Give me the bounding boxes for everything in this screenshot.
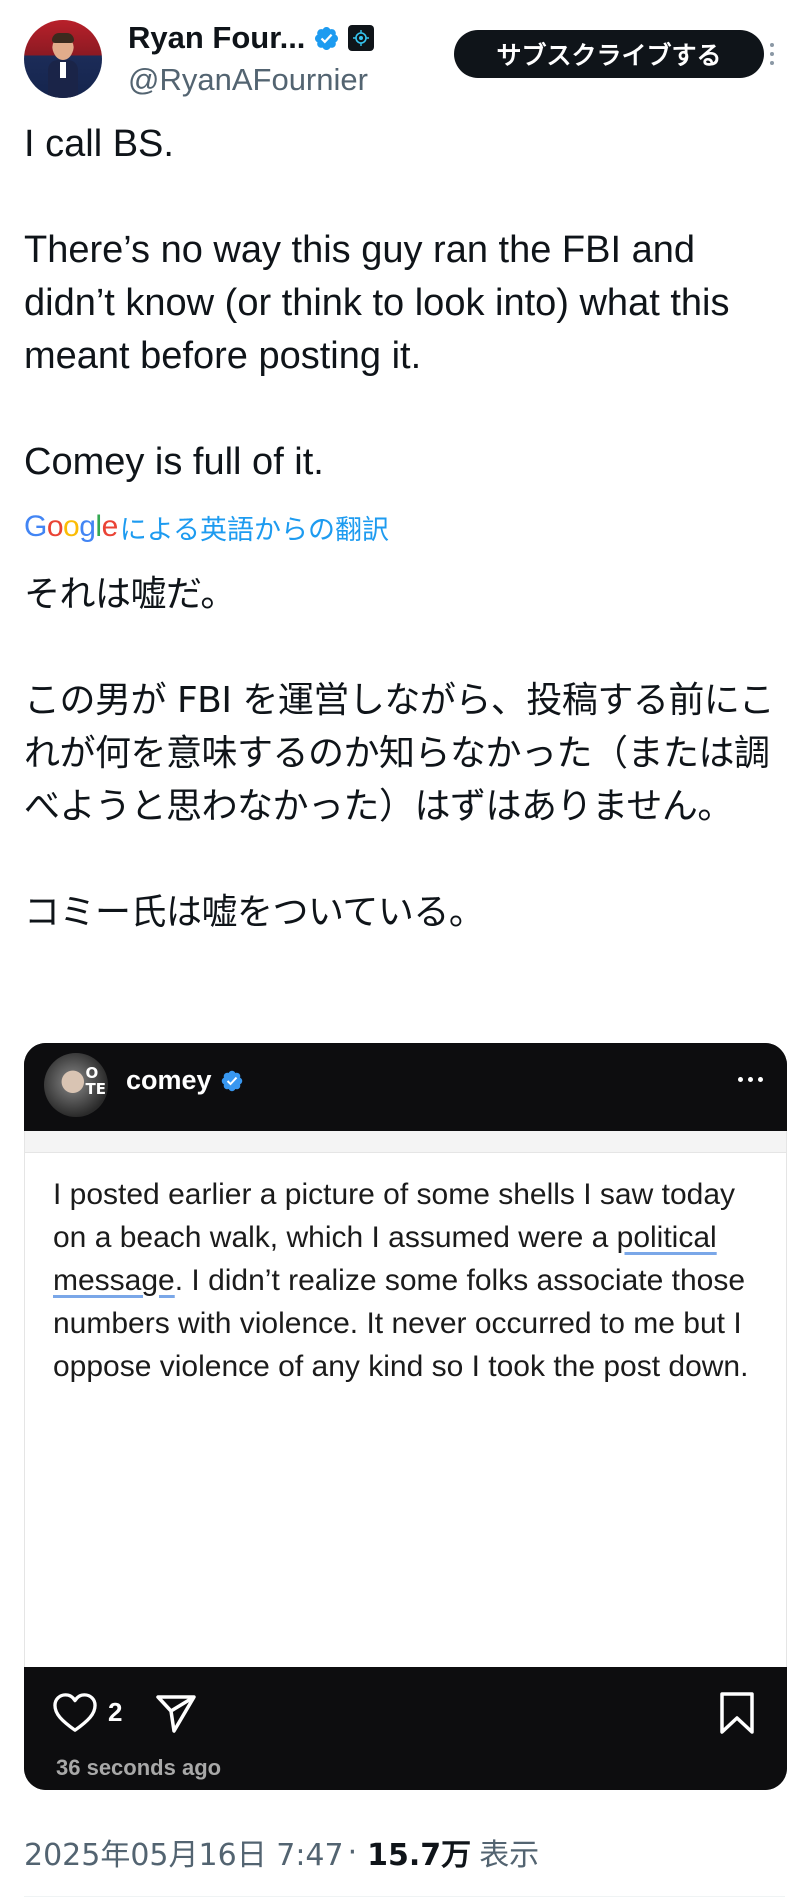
translated-line: コミー氏は嘘をついている。 (24, 892, 485, 933)
post-line: I call BS. (24, 123, 174, 165)
more-options-icon[interactable] (759, 32, 785, 76)
post-datetime[interactable]: 2025年05月16日 7:47 (24, 1830, 344, 1874)
view-label: 表示 (479, 1838, 540, 1873)
divider (24, 1896, 785, 1897)
embedded-avatar: O TE (44, 1053, 108, 1117)
embedded-like-count: 2 (108, 1697, 123, 1727)
embedded-avatar-text: O TE (85, 1064, 106, 1098)
translation-attribution[interactable]: Google による英語からの翻訳 (24, 510, 389, 546)
author-avatar[interactable] (24, 20, 102, 98)
embedded-message: I posted earlier a picture of some shell… (53, 1178, 749, 1383)
verified-badge-icon (315, 26, 339, 50)
post-line: Comey is full of it. (24, 441, 324, 483)
embedded-header: O TE comey (24, 1043, 787, 1131)
meta-separator: · (347, 1834, 358, 1870)
author-handle[interactable]: @RyanAFournier (128, 62, 368, 98)
affiliation-badge-icon (348, 25, 375, 51)
embedded-message-card: I posted earlier a picture of some shell… (24, 1131, 787, 1667)
embedded-more-icon (738, 1077, 763, 1082)
post-meta: 2025年05月16日 7:47 · 15.7万 表示 (24, 1830, 540, 1874)
translated-line: この男が FBI を運営しながら、投稿する前にこれが何を意味するのか知らなかった… (24, 680, 775, 827)
translated-text: それは嘘だ。 この男が FBI を運営しながら、投稿する前にこれが何を意味するの… (24, 568, 794, 939)
author-display-name[interactable]: Ryan Four... (128, 20, 305, 56)
heart-icon (53, 1693, 97, 1732)
translated-line: それは嘘だ。 (24, 574, 236, 615)
author-name-row: Ryan Four... (128, 18, 375, 58)
bookmark-icon (720, 1692, 754, 1734)
post-line: There’s no way this guy ran the FBI and … (24, 229, 730, 377)
embedded-username-row: comey (126, 1065, 244, 1096)
subscribe-button[interactable]: サブスクライブする (454, 30, 764, 78)
view-count: 15.7万 (367, 1838, 472, 1873)
google-logo: Google (24, 510, 118, 543)
embedded-username: comey (126, 1065, 212, 1095)
avatar-hair (52, 33, 74, 43)
translation-label: による英語からの翻訳 (119, 514, 389, 546)
post-header: Ryan Four... @RyanAFournier サブスクライブする (24, 18, 785, 100)
post-media-image[interactable]: O TE comey I posted earlier a picture of … (24, 1043, 787, 1790)
embedded-verified-icon (221, 1070, 242, 1091)
post-text: I call BS. There’s no way this guy ran t… (24, 118, 785, 489)
avatar-shirt (60, 62, 66, 78)
embedded-timestamp: 36 seconds ago (56, 1755, 222, 1780)
send-icon (156, 1695, 196, 1733)
embedded-footer: 2 36 seconds ago (24, 1667, 787, 1790)
